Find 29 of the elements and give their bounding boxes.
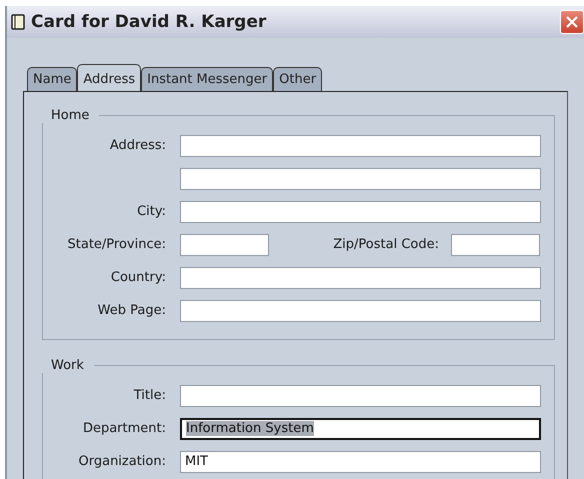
field-label: Zip/Postal Code: <box>332 237 440 252</box>
tab[interactable]: Other <box>273 67 322 91</box>
tab[interactable]: Instant Messenger <box>141 67 274 91</box>
field-label: Title: <box>132 388 167 403</box>
field-label: State/Province: <box>66 237 167 252</box>
input-field[interactable]: MIT <box>180 450 541 472</box>
input-field[interactable] <box>451 234 540 256</box>
tab[interactable]: Address <box>77 64 142 91</box>
input-field[interactable] <box>180 266 541 288</box>
input-field[interactable]: Information System <box>180 418 541 440</box>
field-label: Country: <box>110 270 167 285</box>
input-field[interactable] <box>180 300 541 322</box>
input-field[interactable] <box>180 384 541 406</box>
field-label: City: <box>136 204 167 219</box>
field-label: Department: <box>82 421 167 436</box>
close-icon <box>564 14 580 30</box>
field-label: Address: <box>108 138 167 153</box>
window-title: Card for David R. Karger <box>31 12 268 32</box>
address-book-icon <box>11 14 25 30</box>
close-button[interactable] <box>560 10 584 34</box>
input-field[interactable] <box>180 168 541 190</box>
group-title: Work <box>50 358 85 373</box>
tab[interactable]: Name <box>27 67 78 91</box>
input-field[interactable] <box>180 234 269 256</box>
input-field[interactable] <box>180 134 541 156</box>
field-label: Web Page: <box>96 303 167 318</box>
group-title: Home <box>50 108 90 123</box>
field-label: Organization: <box>78 454 167 469</box>
input-field[interactable] <box>180 200 541 222</box>
